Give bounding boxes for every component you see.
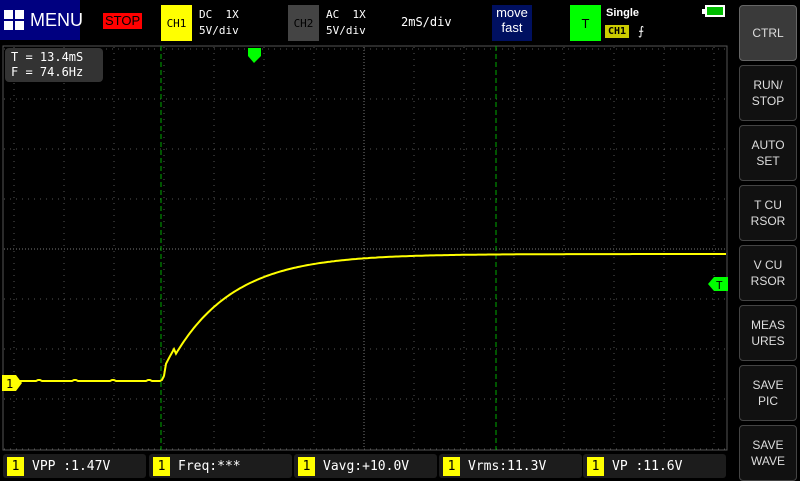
plot-border: [2, 45, 728, 451]
measurement-text: VP :11.6V: [612, 458, 683, 474]
channel-badge: 1: [298, 456, 315, 476]
auto-set-button[interactable]: AUTO SET: [739, 125, 797, 181]
run-stop-button[interactable]: RUN/ STOP: [739, 65, 797, 121]
ch2-coupling: AC 1X: [326, 8, 366, 21]
run-state-badge[interactable]: STOP: [103, 13, 143, 29]
menu-label: MENU: [30, 9, 83, 30]
trigger-marker-label: T: [716, 279, 723, 292]
cursor-readout: T = 13.4mS F = 74.6Hz: [5, 48, 103, 82]
trigger-position-marker[interactable]: [248, 48, 261, 63]
trigger-mode[interactable]: Single: [606, 7, 639, 19]
measurement-vrms[interactable]: 1 Vrms:11.3V: [439, 454, 582, 478]
ch1-marker-label: 1: [6, 377, 13, 391]
measurement-text: Freq:***: [178, 458, 241, 474]
measurement-vavg[interactable]: 1 Vavg:+10.0V: [294, 454, 437, 478]
timebase[interactable]: 2mS/div: [401, 15, 452, 29]
ch2-info: AC 1X 5V/div: [326, 7, 366, 39]
ch1-info: DC 1X 5V/div: [199, 7, 239, 39]
battery-icon: [702, 5, 725, 17]
measurement-text: Vavg:+10.0V: [323, 458, 410, 474]
ch1-coupling: DC 1X: [199, 8, 239, 21]
ch1-trace: [4, 253, 726, 382]
voltage-cursor-button[interactable]: V CU RSOR: [739, 245, 797, 301]
trigger-button[interactable]: T: [570, 5, 601, 41]
measurement-text: Vrms:11.3V: [468, 458, 547, 474]
ch1-scale: 5V/div: [199, 24, 239, 37]
waveform-display[interactable]: 1 T: [0, 0, 800, 480]
menu-grid-icon: [4, 10, 24, 30]
move-mode-button[interactable]: move fast: [492, 5, 532, 41]
channel-badge: 1: [153, 456, 170, 476]
ch2-button[interactable]: CH2: [288, 5, 319, 41]
measurement-vp[interactable]: 1 VP :11.6V: [583, 454, 726, 478]
rising-edge-icon: ⨍: [638, 24, 645, 38]
measures-button[interactable]: MEAS URES: [739, 305, 797, 361]
channel-badge: 1: [587, 456, 604, 476]
measurement-freq[interactable]: 1 Freq:***: [149, 454, 292, 478]
menu-button[interactable]: MENU: [0, 0, 83, 40]
trigger-source: CH1: [605, 25, 630, 38]
measurement-vpp[interactable]: 1 VPP :1.47V: [3, 454, 146, 478]
measurement-text: VPP :1.47V: [32, 458, 111, 474]
channel-badge: 1: [443, 456, 460, 476]
save-wave-button[interactable]: SAVE WAVE: [739, 425, 797, 481]
save-pic-button[interactable]: SAVE PIC: [739, 365, 797, 421]
grid: [4, 47, 726, 450]
time-cursor-button[interactable]: T CU RSOR: [739, 185, 797, 241]
ch2-scale: 5V/div: [326, 24, 366, 37]
ctrl-button[interactable]: CTRL: [739, 5, 797, 61]
ch1-button[interactable]: CH1: [161, 5, 192, 41]
channel-badge: 1: [7, 456, 24, 476]
